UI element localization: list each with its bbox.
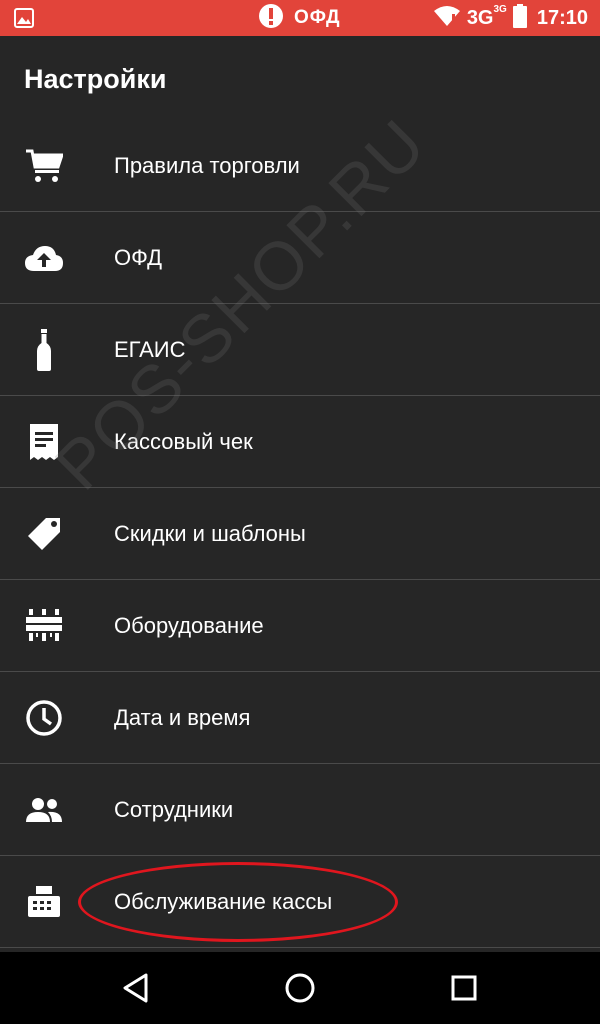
menu-item-egais[interactable]: ЕГАИС [0, 304, 600, 396]
menu-item-discounts[interactable]: Скидки и шаблоны [0, 488, 600, 580]
cash-register-icon [24, 882, 64, 922]
network-type: 3G3G [466, 3, 507, 29]
wifi-icon [433, 5, 461, 32]
gallery-icon [14, 8, 34, 33]
page-title: Настройки [24, 64, 167, 94]
navigation-bar [0, 952, 600, 1024]
ofd-status-text: ОФД [294, 7, 341, 28]
menu-item-label: Дата и время [114, 704, 251, 730]
menu-item-label: Кассовый чек [114, 428, 253, 454]
menu-item-label: ОФД [114, 244, 163, 270]
bottle-icon [24, 328, 64, 371]
menu-item-employees[interactable]: Сотрудники [0, 764, 600, 856]
settings-menu: Правила торговли ОФД ЕГАИС Кассовый чек … [0, 120, 600, 948]
menu-item-label: Правила торговли [114, 152, 300, 178]
menu-item-trade-rules[interactable]: Правила торговли [0, 120, 600, 212]
battery-icon [512, 3, 527, 33]
clock-icon [24, 698, 64, 738]
alert-icon [258, 3, 284, 34]
highlight-ellipse [78, 862, 398, 942]
people-icon [24, 790, 64, 830]
recent-apps-icon[interactable] [446, 970, 482, 1006]
equipment-icon [24, 606, 64, 646]
menu-item-label: Оборудование [114, 612, 264, 638]
menu-item-label: Сотрудники [114, 796, 234, 822]
receipt-icon [24, 422, 64, 462]
app-bar: Настройки [0, 36, 600, 120]
menu-item-label: Скидки и шаблоны [114, 520, 306, 546]
menu-item-equipment[interactable]: Оборудование [0, 580, 600, 672]
menu-item-receipt[interactable]: Кассовый чек [0, 396, 600, 488]
clock-time: 17:10 [536, 6, 588, 29]
cloud-upload-icon [24, 238, 64, 278]
back-icon[interactable] [118, 970, 154, 1006]
cart-icon [24, 146, 64, 186]
status-bar: ОФД 3G3G 17:10 [0, 0, 600, 36]
tag-icon [24, 514, 64, 554]
home-icon[interactable] [282, 970, 318, 1006]
menu-item-label: ЕГАИС [114, 336, 186, 362]
menu-item-ofd[interactable]: ОФД [0, 212, 600, 304]
menu-item-date-time[interactable]: Дата и время [0, 672, 600, 764]
